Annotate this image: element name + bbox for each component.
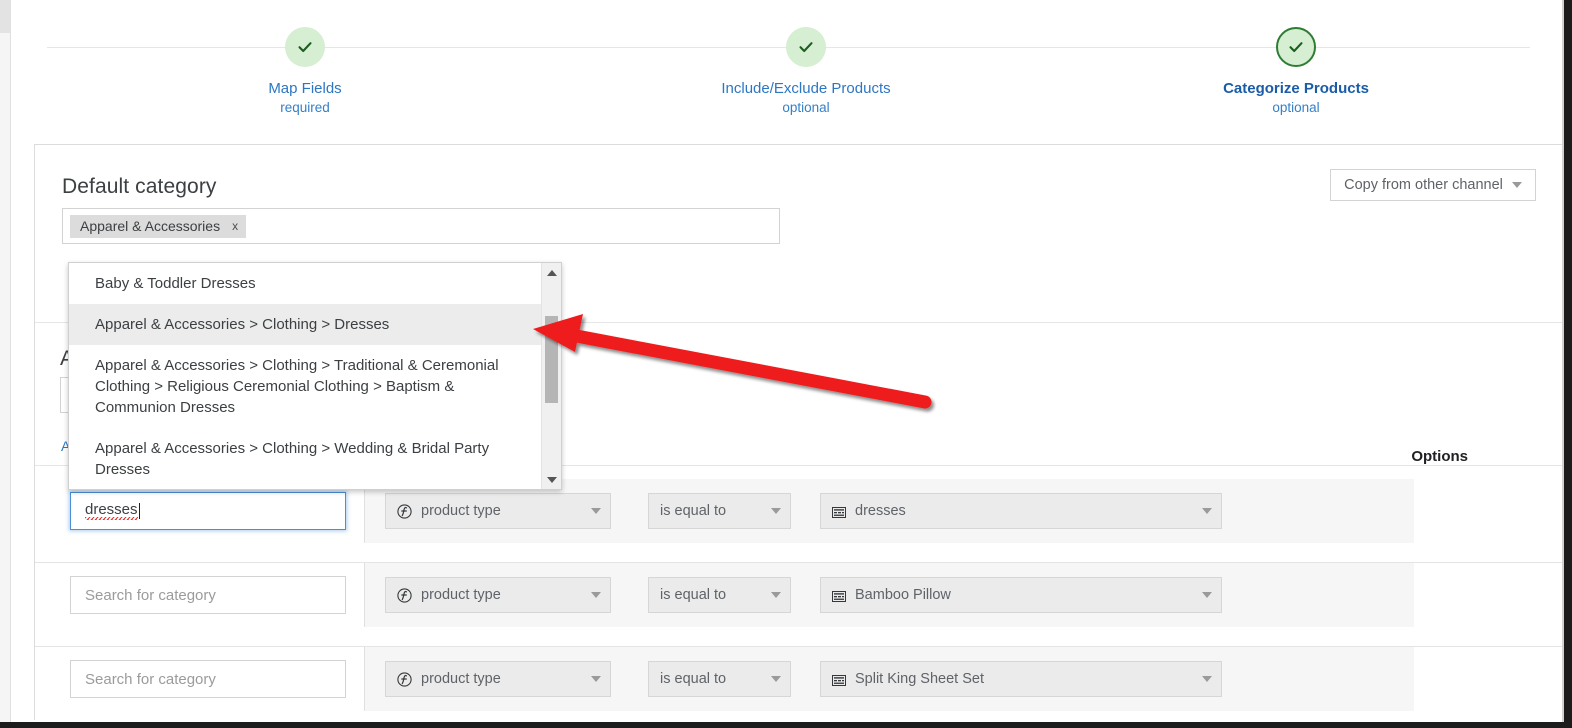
category-tag-label: Apparel & Accessories: [80, 218, 220, 234]
copy-from-other-channel-button[interactable]: Copy from other channel: [1330, 169, 1536, 201]
step-complete-icon: [285, 27, 325, 67]
scrollbar[interactable]: [541, 263, 561, 489]
step-complete-icon: [786, 27, 826, 67]
value-select-value: dresses: [855, 503, 906, 519]
step-include-exclude-products[interactable]: Include/Exclude Products optional: [656, 27, 956, 117]
chevron-down-icon: [591, 676, 601, 682]
function-icon: [397, 672, 412, 687]
row-divider: [364, 647, 365, 711]
function-icon: [397, 504, 412, 519]
step-subtitle: optional: [1146, 98, 1446, 117]
copy-button-label: Copy from other channel: [1344, 177, 1503, 193]
page-title: Default category: [62, 175, 217, 199]
chevron-down-icon: [1202, 508, 1212, 514]
step-title: Categorize Products: [1146, 79, 1446, 98]
operator-select-value: is equal to: [660, 587, 726, 603]
list-icon: [832, 674, 846, 685]
scroll-up-icon[interactable]: [542, 264, 561, 281]
chevron-down-icon: [771, 508, 781, 514]
category-autocomplete-dropdown[interactable]: Baby & Toddler Dresses Apparel & Accesso…: [68, 262, 562, 490]
chevron-down-icon: [591, 508, 601, 514]
value-select[interactable]: Split King Sheet Set: [820, 661, 1222, 697]
chevron-down-icon: [591, 592, 601, 598]
operator-select[interactable]: is equal to: [648, 577, 791, 613]
operator-select[interactable]: is equal to: [648, 493, 791, 529]
category-tag[interactable]: Apparel & Accessories x: [70, 215, 246, 238]
value-select-value: Split King Sheet Set: [855, 671, 984, 687]
operator-select-value: is equal to: [660, 671, 726, 687]
default-category-input[interactable]: Apparel & Accessories x: [62, 208, 780, 244]
list-item[interactable]: Apparel & Accessories > Clothing > Weddi…: [69, 428, 543, 489]
list-icon: [832, 590, 846, 601]
step-title: Map Fields: [155, 79, 455, 98]
category-search-placeholder: Search for category: [85, 671, 216, 688]
table-row: Search for category product type: [35, 562, 1564, 646]
step-active-check-icon: [1276, 27, 1316, 67]
window-right-border: [1564, 0, 1572, 728]
chevron-down-icon: [1202, 592, 1212, 598]
wizard-stepper: Map Fields required Include/Exclude Prod…: [11, 0, 1562, 133]
chevron-down-icon: [1512, 182, 1522, 188]
options-column-header: Options: [1411, 448, 1468, 465]
list-item[interactable]: Apparel & Accessories > Clothing > Dress…: [69, 304, 543, 345]
field-select[interactable]: product type: [385, 493, 611, 529]
category-search-input[interactable]: dresses: [70, 492, 346, 530]
step-map-fields[interactable]: Map Fields required: [155, 27, 455, 117]
field-select[interactable]: product type: [385, 661, 611, 697]
chevron-down-icon: [771, 592, 781, 598]
category-search-input[interactable]: Search for category: [70, 660, 346, 698]
step-subtitle: optional: [656, 98, 956, 117]
table-row: Search for category product type: [35, 646, 1564, 728]
field-select-value: product type: [421, 671, 501, 687]
value-select-value: Bamboo Pillow: [855, 587, 951, 603]
category-search-input[interactable]: Search for category: [70, 576, 346, 614]
close-icon[interactable]: x: [232, 219, 238, 233]
window-left-strip: [0, 0, 10, 728]
value-select[interactable]: Bamboo Pillow: [820, 577, 1222, 613]
field-select[interactable]: product type: [385, 577, 611, 613]
row-divider: [364, 563, 365, 627]
scrollbar-thumb[interactable]: [545, 316, 558, 403]
field-select-value: product type: [421, 587, 501, 603]
scroll-down-icon[interactable]: [542, 471, 561, 488]
app-screenshot: Map Fields required Include/Exclude Prod…: [0, 0, 1572, 728]
chevron-down-icon: [1202, 676, 1212, 682]
step-categorize-products[interactable]: Categorize Products optional: [1146, 27, 1446, 117]
chevron-down-icon: [771, 676, 781, 682]
text-cursor: [139, 503, 140, 519]
operator-select-value: is equal to: [660, 503, 726, 519]
field-select-value: product type: [421, 503, 501, 519]
rules-table: dresses product type: [35, 479, 1564, 728]
value-select[interactable]: dresses: [820, 493, 1222, 529]
list-item[interactable]: Baby & Toddler Dresses: [69, 263, 543, 304]
table-row: dresses product type: [35, 479, 1564, 562]
autocomplete-list: Baby & Toddler Dresses Apparel & Accesso…: [69, 263, 543, 489]
operator-select[interactable]: is equal to: [648, 661, 791, 697]
step-subtitle: required: [155, 98, 455, 117]
category-search-value: dresses: [85, 501, 138, 522]
function-icon: [397, 588, 412, 603]
category-search-placeholder: Search for category: [85, 587, 216, 604]
list-item[interactable]: Apparel & Accessories > Clothing > Tradi…: [69, 345, 543, 428]
list-icon: [832, 506, 846, 517]
step-title: Include/Exclude Products: [656, 79, 956, 98]
window-bottom-border: [0, 722, 1572, 728]
